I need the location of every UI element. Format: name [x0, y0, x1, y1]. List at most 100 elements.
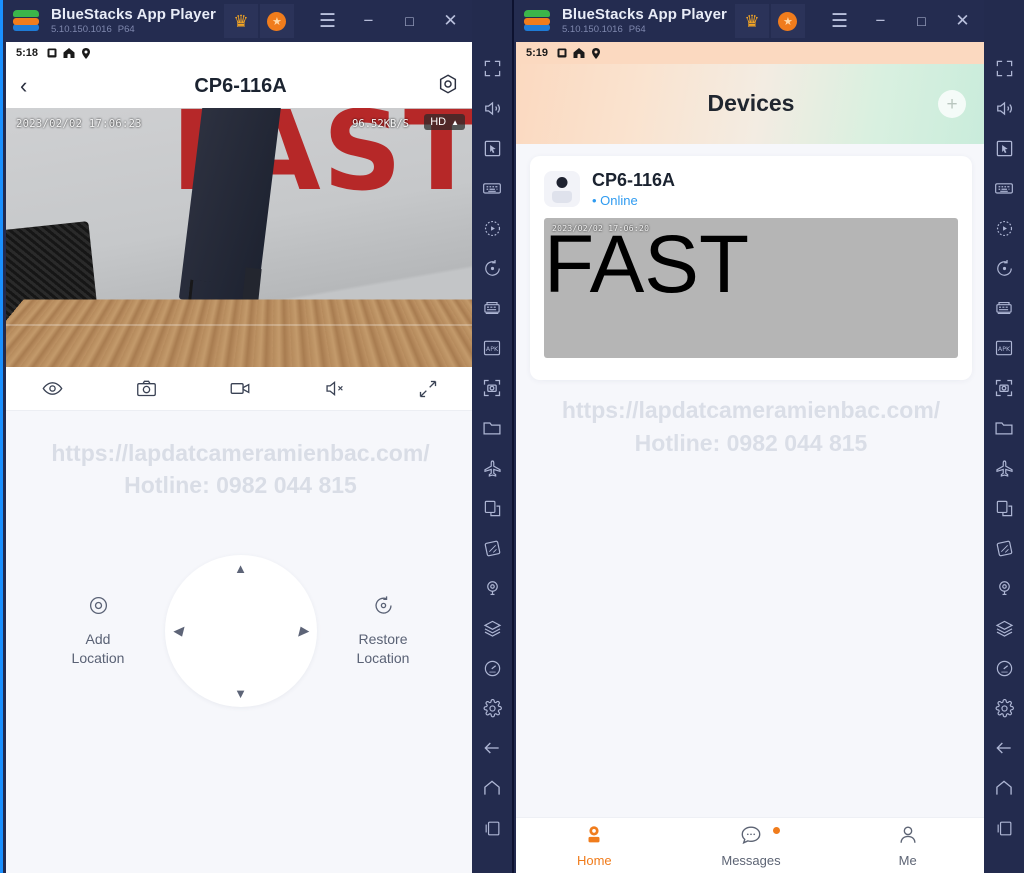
mute-icon[interactable] — [306, 378, 362, 399]
devices-header: Devices + — [516, 64, 986, 144]
rotate-play-icon[interactable] — [472, 208, 512, 248]
back-icon[interactable] — [472, 728, 512, 768]
pointer-icon[interactable] — [472, 128, 512, 168]
home-icon[interactable] — [472, 768, 512, 808]
fullscreen-icon[interactable] — [472, 48, 512, 88]
speedometer-icon[interactable] — [984, 648, 1024, 688]
restore-location-button[interactable]: Restore Location — [337, 595, 429, 668]
airplane-icon[interactable] — [472, 448, 512, 488]
nav-home[interactable]: Home — [516, 824, 673, 868]
add-location-button[interactable]: Add Location — [52, 595, 144, 668]
back-button[interactable]: ‹ — [20, 73, 27, 99]
keyboard-icon[interactable] — [472, 168, 512, 208]
ptz-right-arrow[interactable]: ▶ — [299, 623, 309, 639]
airplane-icon[interactable] — [984, 448, 1024, 488]
close-icon[interactable]: ✕ — [430, 0, 471, 42]
minimize-icon[interactable]: − — [348, 0, 389, 42]
settings-icon[interactable] — [472, 688, 512, 728]
device-thumbnail[interactable]: FAST 2023/02/02 17:06:20 — [544, 218, 958, 358]
nav-messages[interactable]: Messages — [673, 824, 830, 868]
rotate-icon[interactable] — [472, 248, 512, 288]
watermark-right: https://lapdatcameramienbac.com/ Hotline… — [516, 394, 986, 460]
camera-icon[interactable] — [119, 378, 175, 399]
menu-icon[interactable]: ☰ — [819, 0, 860, 42]
sim-icon — [47, 48, 57, 58]
video-quality-badge[interactable]: HD ▲ — [424, 114, 465, 130]
minimize-icon[interactable]: − — [860, 0, 901, 42]
status-text: Online — [600, 193, 638, 208]
layers-icon[interactable] — [472, 608, 512, 648]
recents-icon[interactable] — [472, 808, 512, 848]
ptz-joystick[interactable]: ▲ ▼ ◀ ▶ — [164, 555, 317, 707]
hex-gear-icon[interactable] — [437, 73, 459, 100]
expand-icon[interactable] — [400, 379, 456, 399]
ptz-left-arrow[interactable]: ◀ — [173, 623, 183, 639]
rotate-play-icon[interactable] — [984, 208, 1024, 248]
titlebar-badges-right: ♛ ★ — [734, 4, 805, 38]
screenshot-icon[interactable] — [472, 368, 512, 408]
video-floor-line — [6, 323, 475, 326]
plus-icon[interactable]: + — [938, 90, 966, 118]
orange-star-icon[interactable]: ★ — [259, 4, 294, 38]
bluestacks-window-left: BlueStacks App Player 5.10.150.1016 P64 ♛… — [0, 0, 512, 873]
watermark-hotline: Hotline: 0982 044 815 — [634, 430, 868, 456]
speedometer-icon[interactable] — [472, 648, 512, 688]
android-icon — [573, 48, 585, 58]
volume-icon[interactable] — [472, 88, 512, 128]
close-icon[interactable]: ✕ — [942, 0, 983, 42]
folder-icon[interactable] — [472, 408, 512, 448]
android-viewport-right: 5:19 Devices + https://lapdatcameramienb… — [516, 42, 986, 873]
ptz-up-arrow[interactable]: ▲ — [234, 561, 247, 576]
menu-icon[interactable]: ☰ — [307, 0, 348, 42]
bluestacks-logo-icon — [524, 10, 550, 32]
location-icon[interactable] — [984, 568, 1024, 608]
device-card[interactable]: CP6-116A • Online FAST 2023/02/02 17:06:… — [530, 156, 972, 380]
tilt-icon[interactable] — [984, 528, 1024, 568]
watermark-url: https://lapdatcameramienbac.com/ — [561, 397, 941, 423]
devices-body: https://lapdatcameramienbac.com/ Hotline… — [516, 144, 986, 817]
android-statusbar-right: 5:19 — [516, 42, 986, 64]
crown-icon[interactable]: ♛ — [734, 4, 769, 38]
messages-badge — [773, 826, 780, 834]
apk-install-icon[interactable]: APK — [984, 328, 1024, 368]
nav-me[interactable]: Me — [829, 824, 986, 868]
bluestacks-window-right: BlueStacks App Player 5.10.150.1016 P64 ♛… — [512, 0, 1024, 873]
ptz-row: Add Location ▲ ▼ ◀ ▶ Restore Location — [6, 551, 475, 711]
location-icon[interactable] — [472, 568, 512, 608]
pointer-icon[interactable] — [984, 128, 1024, 168]
record-icon[interactable] — [212, 378, 268, 399]
multi-instance-icon[interactable] — [984, 288, 1024, 328]
watermark-hotline: Hotline: 0982 044 815 — [124, 472, 357, 498]
fullscreen-icon[interactable] — [984, 48, 1024, 88]
multi-instance-icon[interactable] — [472, 288, 512, 328]
sim-icon — [557, 48, 567, 58]
keyboard-icon[interactable] — [984, 168, 1024, 208]
app-title: BlueStacks App Player — [51, 5, 216, 23]
settings-icon[interactable] — [984, 688, 1024, 728]
profile-icon — [897, 824, 919, 851]
status-clock: 5:19 — [526, 47, 549, 59]
arch-label: P64 — [117, 23, 135, 35]
maximize-icon[interactable]: □ — [901, 0, 942, 42]
back-icon[interactable] — [984, 728, 1024, 768]
device-card-header: CP6-116A • Online — [530, 170, 972, 218]
ptz-down-arrow[interactable]: ▼ — [234, 686, 247, 701]
apk-install-icon[interactable]: APK — [472, 328, 512, 368]
home-icon[interactable] — [984, 768, 1024, 808]
folder-icon[interactable] — [984, 408, 1024, 448]
copy-window-icon[interactable] — [984, 488, 1024, 528]
orange-star-icon[interactable]: ★ — [770, 4, 805, 38]
tilt-icon[interactable] — [472, 528, 512, 568]
layers-icon[interactable] — [984, 608, 1024, 648]
recents-icon[interactable] — [984, 808, 1024, 848]
live-video-feed[interactable]: FAST 2023/02/02 17:06:23 96.52KB/S HD ▲ — [6, 108, 475, 367]
maximize-icon[interactable]: □ — [389, 0, 430, 42]
restore-location-label-1: Restore — [358, 630, 408, 647]
rotate-icon[interactable] — [984, 248, 1024, 288]
quality-label: HD — [430, 116, 447, 128]
crown-icon[interactable]: ♛ — [223, 4, 258, 38]
copy-window-icon[interactable] — [472, 488, 512, 528]
volume-icon[interactable] — [984, 88, 1024, 128]
eye-icon[interactable] — [25, 378, 81, 399]
screenshot-icon[interactable] — [984, 368, 1024, 408]
